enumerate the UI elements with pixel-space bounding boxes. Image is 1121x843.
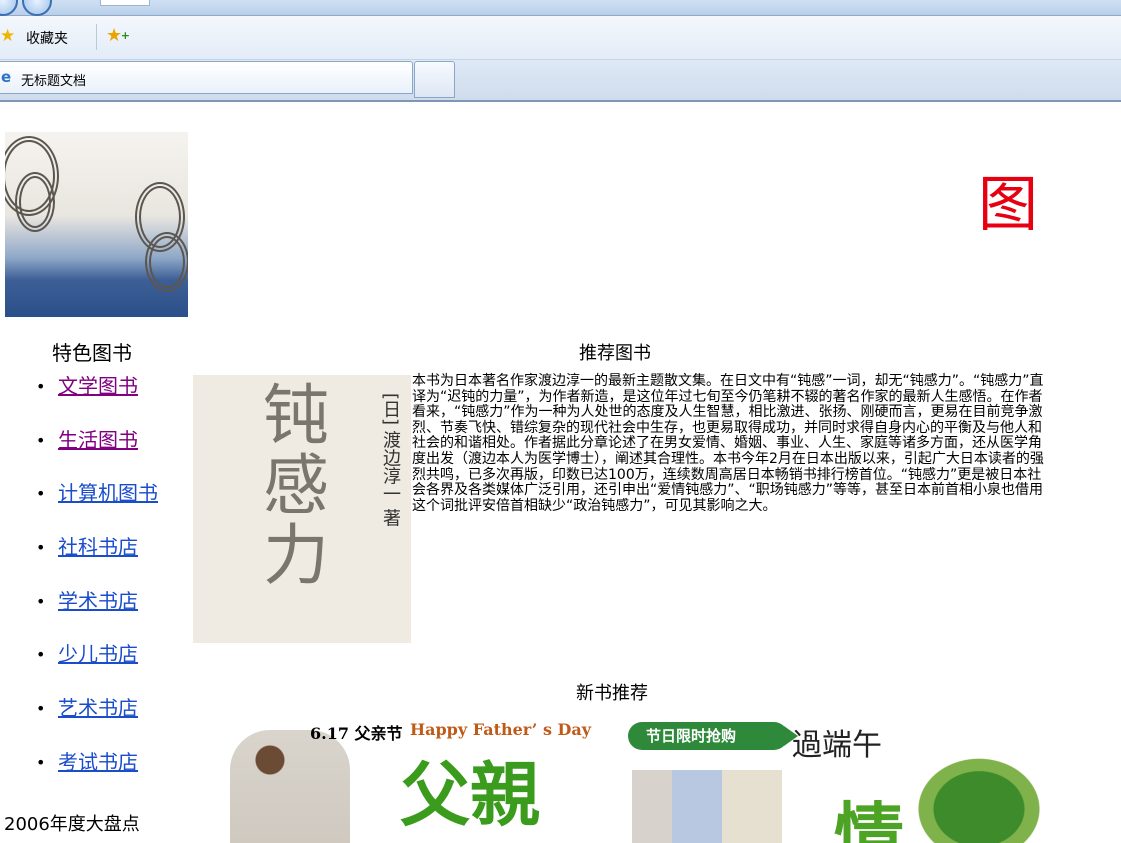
category-link-computer[interactable]: 计算机图书 (58, 479, 158, 507)
favorites-star-icon[interactable]: ★ (0, 27, 18, 45)
recommend-title: 推荐图书 (579, 343, 651, 364)
tab-bar: e 无标题文档 (0, 60, 1121, 102)
banner-image: 图 (978, 165, 1058, 245)
book-stack-image (632, 770, 782, 843)
tab-current[interactable]: e 无标题文档 (0, 61, 413, 94)
cover-author: [日] 渡边淳一 著 (380, 393, 401, 527)
favorites-button[interactable]: 收藏夹 (26, 28, 68, 48)
back-button[interactable] (0, 0, 18, 16)
new-books-title: 新书推荐 (576, 683, 648, 704)
category-link-art[interactable]: 艺术书店 (58, 694, 138, 722)
fathers-day-banner[interactable]: 6.17 父亲节 Happy Father’ s Day 父親 (210, 710, 610, 843)
ad-kanji: 父親 (400, 753, 540, 836)
address-bar[interactable] (100, 0, 150, 6)
ad-headline: 過端午 (792, 728, 882, 763)
cover-spine-text (201, 395, 217, 595)
zongzi-image (914, 755, 1044, 843)
banner-char: 图 (978, 170, 1038, 240)
tab-title: 无标题文档 (21, 74, 87, 89)
sidebar-book-image (5, 132, 188, 317)
ie-icon: e (1, 68, 12, 86)
category-link-social-science[interactable]: 社科书店 (58, 533, 138, 561)
father-child-photo (230, 730, 350, 843)
category-link-exam[interactable]: 考试书店 (58, 748, 138, 776)
new-tab-button[interactable] (414, 61, 455, 98)
book-description: 本书为日本著名作家渡边淳一的最新主题散文集。在日文中有“钝感”一词，却无“钝感力… (412, 373, 1044, 514)
browser-nav-bar (0, 0, 1121, 16)
category-link-children[interactable]: 少儿书店 (58, 640, 138, 668)
dragon-boat-banner[interactable]: 节日限时抢购 過端午 情 (624, 710, 1044, 843)
ad-date: 6.17 父亲节 (310, 724, 403, 743)
add-favorite-icon[interactable]: ★ + (106, 25, 130, 47)
toolbar-divider (96, 24, 97, 50)
cover-title-char: 钝 (263, 377, 329, 454)
ad-kanji: 情 (834, 794, 904, 843)
category-link-life[interactable]: 生活图书 (58, 426, 138, 454)
cover-title-char: 感 (263, 447, 329, 524)
cover-title-char: 力 (263, 517, 329, 594)
category-link-literature[interactable]: 文学图书 (58, 372, 138, 400)
category-link-academic[interactable]: 学术书店 (58, 587, 138, 615)
favorites-bar: ★ 收藏夹 ★ + (0, 16, 1121, 60)
sidebar-title: 特色图书 (52, 341, 132, 365)
year-summary-heading: 2006年度大盘点 (4, 814, 140, 835)
forward-button[interactable] (22, 0, 52, 16)
flash-sale-badge: 节日限时抢购 (628, 722, 798, 750)
book-cover-image[interactable]: 钝 感 力 [日] 渡边淳一 著 (193, 375, 411, 643)
ad-tagline: Happy Father’ s Day (410, 720, 592, 739)
